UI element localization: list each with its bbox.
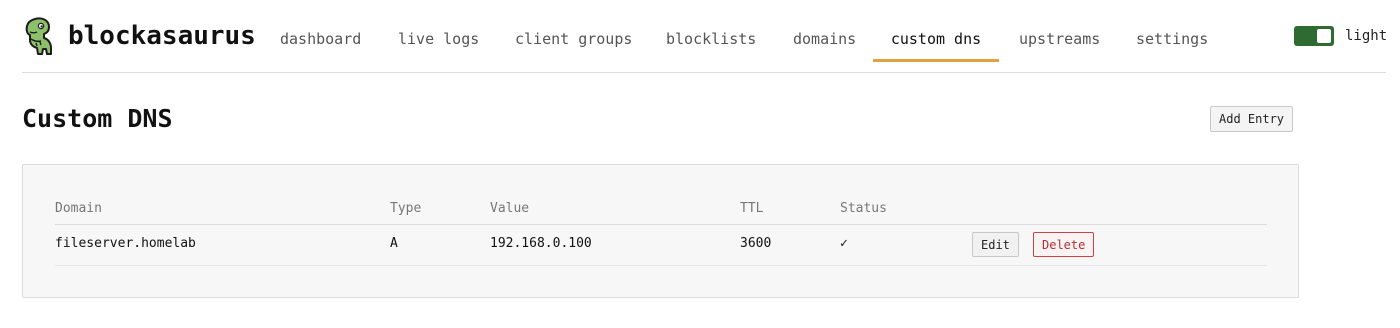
column-header-value: Value	[490, 201, 530, 216]
brand-name: blockasaurus	[68, 21, 256, 51]
tab-client-groups[interactable]: client groups	[515, 22, 632, 59]
column-header-domain: Domain	[55, 201, 102, 216]
theme-toggle-label: light	[1345, 28, 1388, 44]
cell-domain: fileserver.homelab	[55, 236, 196, 251]
tab-dashboard[interactable]: dashboard	[280, 22, 361, 59]
tab-live-logs[interactable]: live logs	[398, 22, 479, 59]
tab-upstreams[interactable]: upstreams	[1019, 22, 1100, 59]
custom-dns-table: Domain Type Value TTL Status fileserver.…	[55, 195, 1267, 266]
dinosaur-icon	[25, 17, 52, 55]
theme-toggle[interactable]	[1294, 26, 1334, 46]
tab-domains[interactable]: domains	[793, 22, 856, 59]
table-header: Domain Type Value TTL Status	[55, 195, 1267, 225]
cell-ttl: 3600	[740, 236, 772, 251]
delete-button[interactable]: Delete	[1033, 232, 1095, 257]
custom-dns-card: Domain Type Value TTL Status fileserver.…	[22, 164, 1299, 298]
page-title: Custom DNS	[22, 104, 173, 133]
toggle-knob	[1317, 29, 1331, 43]
tab-blocklists[interactable]: blocklists	[666, 22, 756, 59]
tab-settings[interactable]: settings	[1136, 22, 1208, 59]
add-entry-button[interactable]: Add Entry	[1210, 106, 1294, 132]
cell-value: 192.168.0.100	[490, 236, 592, 251]
top-navbar: blockasaurus dashboard live logs client …	[22, 0, 1388, 73]
cell-type: A	[390, 236, 398, 251]
column-header-ttl: TTL	[740, 201, 764, 216]
brand[interactable]: blockasaurus	[22, 16, 256, 56]
tab-custom-dns[interactable]: custom dns	[873, 22, 999, 62]
status-check-icon: ✓	[840, 236, 848, 251]
column-header-type: Type	[390, 201, 422, 216]
column-header-status: Status	[840, 201, 887, 216]
edit-button[interactable]: Edit	[972, 232, 1019, 257]
table-row: fileserver.homelab A 192.168.0.100 3600 …	[55, 225, 1267, 266]
